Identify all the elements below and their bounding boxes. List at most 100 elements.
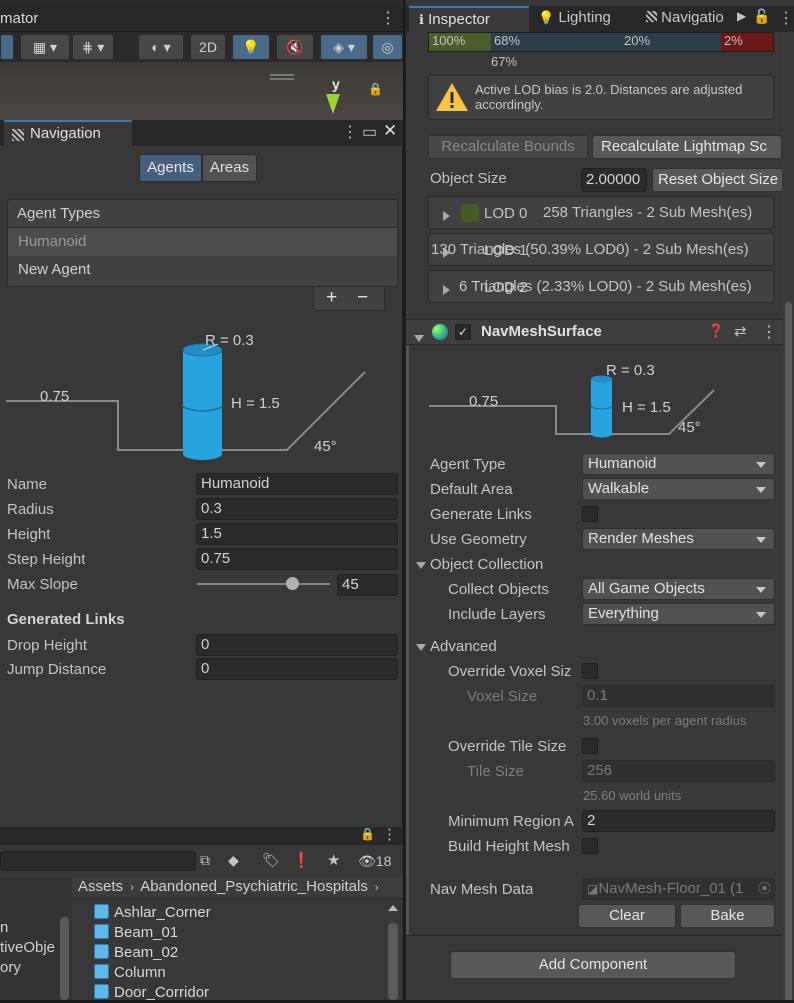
scene-viewport[interactable]: y 🔒 [0,62,403,120]
lod-segment-3[interactable]: 2% [721,33,773,51]
inspector-more-icon[interactable]: ⋮ [778,8,794,28]
foldout-collapsed-icon[interactable] [443,207,450,224]
use-geometry-dropdown[interactable]: Render Meshes [582,528,775,550]
generate-links-checkbox[interactable] [582,506,598,522]
bake-button[interactable]: Bake [680,904,775,928]
asset-scrollbar[interactable] [388,905,398,1000]
override-tile-checkbox[interactable] [582,738,598,754]
breadcrumb-folder[interactable]: Abandoned_Psychiatric_Hospitals [140,878,368,895]
lod-segment-2[interactable]: 20% [621,33,721,51]
lod-row[interactable]: LOD 0 258 Triangles - 2 Sub Mesh(es) [428,196,774,229]
favorite-star-icon[interactable]: ★ [327,851,340,869]
field-input[interactable]: 1.5 [196,523,398,545]
component-more-icon[interactable]: ⋮ [761,322,777,342]
tab-inspector[interactable]: ℹ Inspector [409,6,529,32]
max-slope-slider-thumb[interactable] [285,577,299,590]
close-icon[interactable]: ✕ [383,121,397,141]
tab-agents[interactable]: Agents [139,154,202,182]
recalculate-lightmap-button[interactable]: Recalculate Lightmap Sc [592,135,782,159]
advanced-foldout[interactable]: Advanced [416,638,497,655]
search-by-type-icon[interactable]: ⧉ [200,852,210,869]
remove-agent-button[interactable]: − [357,287,368,309]
project-search-input[interactable] [0,851,196,871]
tab-areas[interactable]: Areas [202,154,257,182]
audio-mute-icon[interactable]: 🔇 [276,34,314,60]
object-size-field[interactable]: 2.00000 [581,168,647,192]
max-slope-field[interactable]: 45 [337,574,398,596]
list-item[interactable]: Humanoid [8,228,397,256]
build-height-checkbox[interactable] [582,838,598,854]
field-input[interactable]: 0.75 [196,548,398,570]
navmesh-data-field[interactable]: ◪NavMesh-Floor_01 (1 ⦿ [582,878,775,900]
effects-toggle-icon[interactable]: ◈ ▾ [320,34,368,60]
lighting-toggle-icon[interactable]: 💡 [232,34,270,60]
list-item[interactable]: Ashlar_Corner [94,903,211,923]
grid-snap-button[interactable]: ▦ ▾ [20,34,70,60]
help-icon[interactable]: ❓ [708,323,724,339]
tag-icon[interactable]: 🏷 [262,852,280,869]
clear-button[interactable]: Clear [578,904,676,928]
project-more-icon[interactable]: ⋮ [382,825,397,843]
max-slope-slider-track[interactable] [197,583,330,585]
maximize-icon[interactable]: ▭ [362,122,377,142]
tree-item[interactable]: ory [0,959,21,976]
more-menu-icon[interactable]: ⋮ [380,8,396,28]
min-region-field[interactable]: 2 [582,810,775,832]
visibility-toggle-icon[interactable]: ◎ [372,34,403,60]
add-agent-button[interactable]: + [326,287,337,309]
voxel-size-field[interactable]: 0.1 [582,685,775,707]
lod-segment-0[interactable]: 100% [429,33,491,51]
component-enabled-checkbox[interactable]: ✓ [455,324,471,340]
list-item[interactable]: Beam_01 [94,923,178,943]
tree-item[interactable]: n [0,919,8,936]
agent-type-dropdown[interactable]: Humanoid [582,453,775,475]
tree-scrollbar[interactable] [60,917,69,1000]
inspector-scrollbar[interactable] [782,32,794,1000]
tab-navigation[interactable]: Navigatio [642,6,736,32]
lod-row[interactable]: LOD 1 130 Triangles (50.39% LOD0) - 2 Sub… [428,233,774,266]
preset-icon[interactable]: ⇄ [734,322,747,340]
reset-object-size-button[interactable]: Reset Object Size [652,168,787,192]
foldout-expanded-icon[interactable] [414,329,424,346]
default-area-dropdown[interactable]: Walkable [582,478,775,500]
lod-row[interactable]: LOD 26 Triangles (2.33% LOD0) - 2 Sub Me… [428,270,774,303]
link-input[interactable]: 0 [196,634,398,656]
gizmo-y-cone[interactable] [326,94,340,114]
tile-size-field[interactable]: 256 [582,760,775,782]
tree-item[interactable]: tiveObje [0,939,55,956]
tab-scroll-right-icon[interactable]: ▶ [737,9,746,23]
object-picker-icon[interactable]: ⦿ [758,879,771,899]
toggle-2d-button[interactable]: 2D [190,34,226,60]
include-layers-dropdown[interactable]: Everything [582,603,775,625]
navmeshsurface-header[interactable]: ✓ NavMeshSurface ❓ ⇄ ⋮ [406,319,794,345]
lod-bar[interactable]: 100% 68% 20% 2% [428,32,774,52]
warning-filter-icon[interactable]: ❗ [292,851,311,869]
gizmo-toggle-button[interactable] [0,34,14,60]
list-item[interactable]: Door_Corridor [94,983,209,1003]
filter-by-label-icon[interactable]: ◆ [228,852,239,869]
navigation-more-icon[interactable]: ⋮ [342,122,358,142]
field-input[interactable]: 0.3 [196,498,398,520]
recalculate-bounds-button[interactable]: Recalculate Bounds [428,135,588,159]
list-item[interactable]: New Agent [8,256,397,284]
gizmo-lock-icon[interactable]: 🔒 [368,82,383,96]
lod-segment-1[interactable]: 68% [491,33,621,51]
object-collection-foldout[interactable]: Object Collection [416,556,543,573]
foldout-collapsed-icon[interactable] [443,281,450,298]
override-voxel-checkbox[interactable] [582,663,598,679]
visibility-count[interactable]: 👁18 [358,853,391,870]
project-lock-icon[interactable]: 🔒 [360,827,375,841]
list-item[interactable]: Beam_02 [94,943,178,963]
collect-objects-dropdown[interactable]: All Game Objects [582,578,775,600]
inspector-lock-icon[interactable]: 🔓 [753,8,770,25]
breadcrumb-assets[interactable]: Assets [78,878,123,895]
add-component-button[interactable]: Add Component [450,951,736,979]
grid-visibility-button[interactable]: ⋕ ▾ [72,34,114,60]
navigation-tab[interactable]: Navigation [4,120,132,146]
tab-lighting[interactable]: 💡 Lighting [532,6,640,32]
render-mode-button[interactable]: ◐ ▾ [138,34,184,60]
field-input[interactable]: Humanoid [196,473,398,495]
link-input[interactable]: 0 [196,658,398,680]
scene-tab-label[interactable]: mator [0,10,38,27]
list-item[interactable]: Column [94,963,166,983]
